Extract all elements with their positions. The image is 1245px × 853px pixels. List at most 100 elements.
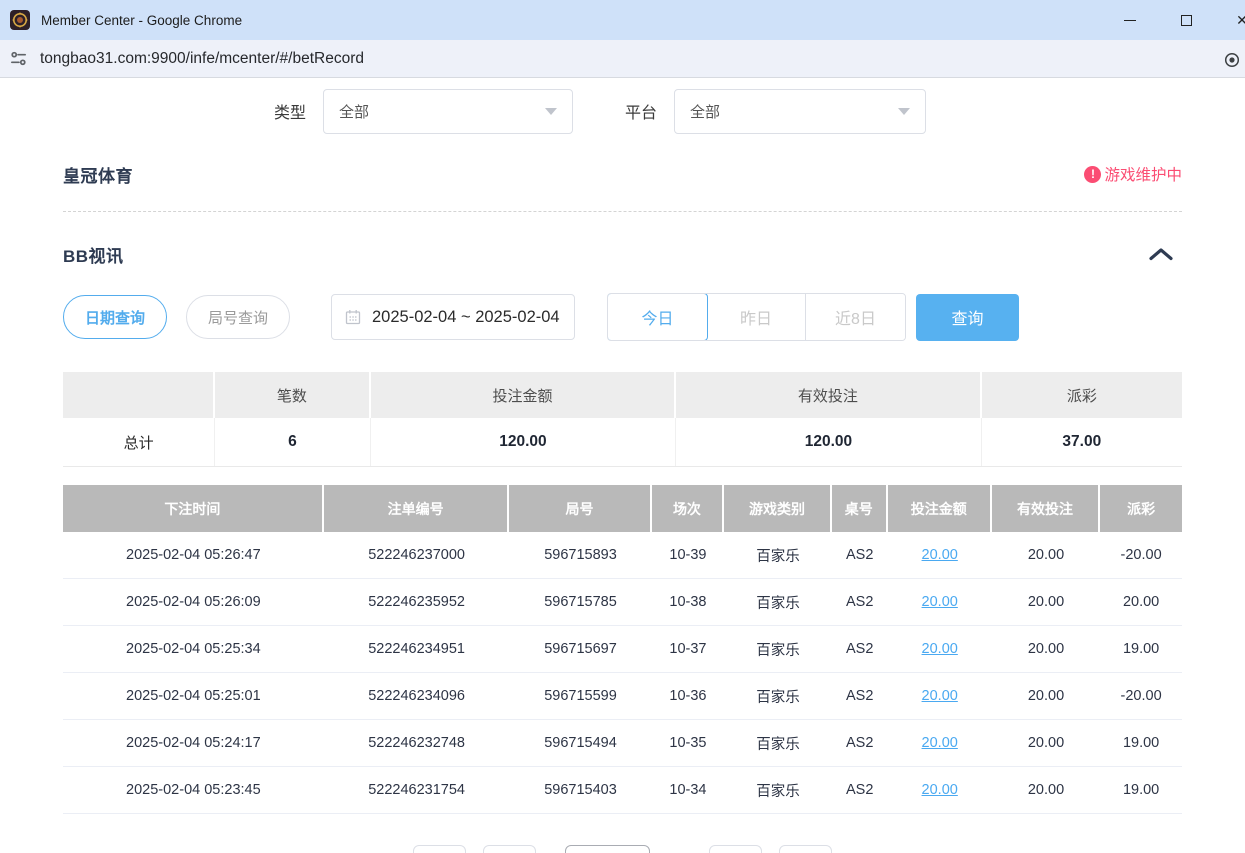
bet-id: 522246234096 bbox=[324, 673, 510, 719]
bet-id: 522246232748 bbox=[324, 720, 510, 766]
site-favicon bbox=[10, 10, 30, 30]
type-select-value: 全部 bbox=[339, 101, 369, 122]
summary-header-bet-amount: 投注金额 bbox=[371, 372, 676, 418]
query-toolbar: 日期查询 局号查询 2025-02-04 ~ 2025-02-04 今日 昨日 … bbox=[63, 293, 1182, 341]
payout-value: 19.00 bbox=[1100, 720, 1182, 766]
chevron-up-icon[interactable] bbox=[1148, 247, 1174, 261]
col-header-session: 场次 bbox=[652, 485, 725, 532]
platform-select[interactable]: 全部 bbox=[674, 89, 926, 134]
valid-bet: 20.00 bbox=[992, 532, 1101, 578]
close-icon: ✕ bbox=[1236, 12, 1245, 29]
date-range-picker[interactable]: 2025-02-04 ~ 2025-02-04 bbox=[331, 294, 575, 340]
game-type: 百家乐 bbox=[724, 626, 831, 672]
bet-id: 522246234951 bbox=[324, 626, 510, 672]
bet-amount-link[interactable]: 20.00 bbox=[922, 547, 958, 563]
chevron-down-icon bbox=[898, 108, 910, 115]
yesterday-button[interactable]: 昨日 bbox=[707, 294, 806, 340]
crown-sports-section-header[interactable]: 皇冠体育 ! 游戏维护中 bbox=[63, 163, 1182, 185]
chevron-down-icon bbox=[545, 108, 557, 115]
last8days-button[interactable]: 近8日 bbox=[806, 294, 905, 340]
valid-bet: 20.00 bbox=[992, 720, 1101, 766]
session: 10-36 bbox=[652, 673, 725, 719]
col-header-payout: 派彩 bbox=[1100, 485, 1182, 532]
summary-header-valid-bet: 有效投注 bbox=[676, 372, 981, 418]
bet-amount-link[interactable]: 20.00 bbox=[922, 641, 958, 657]
table-no: AS2 bbox=[832, 579, 888, 625]
round-id: 596715785 bbox=[509, 579, 651, 625]
minimize-button[interactable] bbox=[1107, 0, 1153, 40]
valid-bet: 20.00 bbox=[992, 626, 1101, 672]
round-query-tab[interactable]: 局号查询 bbox=[186, 295, 290, 339]
col-header-valid-bet: 有效投注 bbox=[992, 485, 1101, 532]
bet-time: 2025-02-04 05:26:47 bbox=[63, 532, 324, 578]
payout-value: 19.00 bbox=[1100, 626, 1182, 672]
quick-date-group: 今日 昨日 近8日 bbox=[607, 293, 906, 341]
summary-header-row: 笔数 投注金额 有效投注 派彩 bbox=[63, 372, 1182, 418]
table-row: 2025-02-04 05:24:17 522246232748 5967154… bbox=[63, 720, 1182, 767]
round-id: 596715893 bbox=[509, 532, 651, 578]
type-select[interactable]: 全部 bbox=[323, 89, 573, 134]
today-button[interactable]: 今日 bbox=[607, 293, 708, 341]
maximize-button[interactable] bbox=[1163, 0, 1209, 40]
platform-filter-label: 平台 bbox=[625, 99, 657, 123]
browser-address-bar: tongbao31.com:9900/infe/mcenter/#/betRec… bbox=[0, 40, 1245, 78]
type-filter-label: 类型 bbox=[274, 99, 306, 123]
address-url[interactable]: tongbao31.com:9900/infe/mcenter/#/betRec… bbox=[40, 50, 364, 68]
filter-row: 类型 全部 平台 全部 bbox=[63, 88, 1182, 134]
col-header-bet-amount: 投注金额 bbox=[888, 485, 992, 532]
bb-video-section-header[interactable]: BB视讯 bbox=[63, 243, 1182, 265]
table-no: AS2 bbox=[832, 673, 888, 719]
section-divider bbox=[63, 211, 1182, 212]
bet-id: 522246237000 bbox=[324, 532, 510, 578]
col-header-bet-time: 下注时间 bbox=[63, 485, 324, 532]
payout-value: 19.00 bbox=[1100, 767, 1182, 813]
platform-select-value: 全部 bbox=[690, 101, 720, 122]
bet-records-table: 下注时间 注单编号 局号 场次 游戏类别 桌号 投注金额 有效投注 派彩 202… bbox=[63, 485, 1182, 814]
valid-bet: 20.00 bbox=[992, 767, 1101, 813]
round-id: 596715599 bbox=[509, 673, 651, 719]
game-type: 百家乐 bbox=[724, 579, 831, 625]
maintenance-badge: ! 游戏维护中 bbox=[1084, 163, 1182, 185]
site-settings-icon[interactable] bbox=[9, 49, 28, 68]
bet-time: 2025-02-04 05:24:17 bbox=[63, 720, 324, 766]
table-row: 2025-02-04 05:26:47 522246237000 5967158… bbox=[63, 532, 1182, 579]
bet-amount-link[interactable]: 20.00 bbox=[922, 782, 958, 798]
round-id: 596715494 bbox=[509, 720, 651, 766]
summary-table: 笔数 投注金额 有效投注 派彩 总计 6 120.00 120.00 37.00 bbox=[63, 372, 1182, 467]
summary-total-row: 总计 6 120.00 120.00 37.00 bbox=[63, 418, 1182, 467]
bet-amount-link[interactable]: 20.00 bbox=[922, 735, 958, 751]
pagination-bar bbox=[0, 845, 1245, 853]
maximize-icon bbox=[1181, 15, 1192, 26]
pagination-page-button[interactable] bbox=[709, 845, 762, 853]
window-titlebar: Member Center - Google Chrome ✕ bbox=[0, 0, 1245, 40]
date-query-tab[interactable]: 日期查询 bbox=[63, 295, 167, 339]
table-row: 2025-02-04 05:25:34 522246234951 5967156… bbox=[63, 626, 1182, 673]
table-row: 2025-02-04 05:26:09 522246235952 5967157… bbox=[63, 579, 1182, 626]
session: 10-34 bbox=[652, 767, 725, 813]
bet-amount-link[interactable]: 20.00 bbox=[922, 688, 958, 704]
session: 10-38 bbox=[652, 579, 725, 625]
bet-id: 522246235952 bbox=[324, 579, 510, 625]
payout-value: -20.00 bbox=[1100, 532, 1182, 578]
payout-value: -20.00 bbox=[1100, 673, 1182, 719]
pagination-page-size-select[interactable] bbox=[565, 845, 650, 853]
table-no: AS2 bbox=[832, 767, 888, 813]
table-no: AS2 bbox=[832, 532, 888, 578]
summary-header-blank bbox=[63, 372, 215, 418]
summary-header-count: 笔数 bbox=[215, 372, 371, 418]
col-header-round-id: 局号 bbox=[509, 485, 651, 532]
calendar-icon bbox=[345, 309, 361, 325]
pagination-next-button[interactable] bbox=[779, 845, 832, 853]
pagination-prev-button[interactable] bbox=[413, 845, 466, 853]
window-title: Member Center - Google Chrome bbox=[41, 13, 242, 28]
exclamation-icon: ! bbox=[1084, 166, 1101, 183]
bet-time: 2025-02-04 05:23:45 bbox=[63, 767, 324, 813]
bet-time: 2025-02-04 05:26:09 bbox=[63, 579, 324, 625]
bet-amount-link[interactable]: 20.00 bbox=[922, 594, 958, 610]
table-row: 2025-02-04 05:25:01 522246234096 5967155… bbox=[63, 673, 1182, 720]
table-row: 2025-02-04 05:23:45 522246231754 5967154… bbox=[63, 767, 1182, 814]
search-button[interactable]: 查询 bbox=[916, 294, 1019, 341]
pagination-page-button[interactable] bbox=[483, 845, 536, 853]
close-button[interactable]: ✕ bbox=[1219, 0, 1245, 40]
target-extension-icon[interactable] bbox=[1223, 51, 1241, 69]
